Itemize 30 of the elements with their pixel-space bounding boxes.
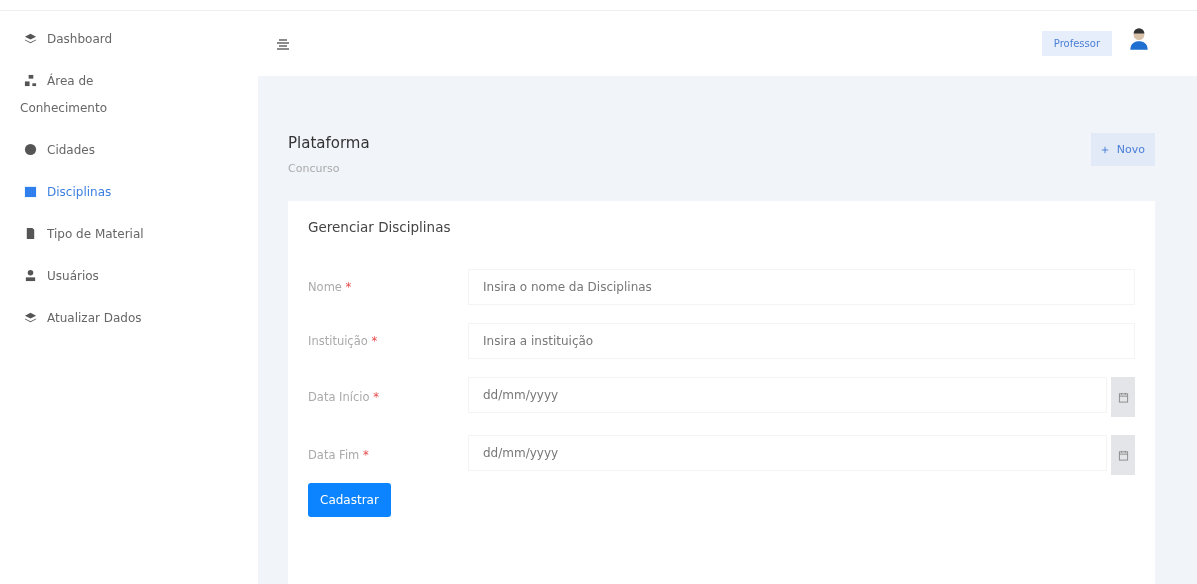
- role-badge: Professor: [1041, 31, 1112, 56]
- sidebar-item[interactable]: Cidades: [20, 132, 160, 169]
- sidebar-item[interactable]: Disciplinas: [20, 174, 160, 211]
- input-field[interactable]: dd/mm/yyyy: [468, 377, 1107, 413]
- sidebar-item[interactable]: Dashboard: [20, 21, 160, 58]
- new-button[interactable]: Novo: [1090, 133, 1155, 166]
- field-label: Instituição *: [308, 334, 379, 348]
- calendar-button[interactable]: [1111, 435, 1135, 475]
- field-label: Data Início *: [308, 390, 380, 404]
- layers-icon: [24, 311, 37, 324]
- breadcrumb: Concurso: [288, 162, 341, 175]
- field-label: Data Fim *: [308, 448, 370, 462]
- input-field[interactable]: Insira a instituição: [468, 323, 1135, 359]
- field-label: Nome *: [308, 280, 353, 294]
- sitemap-icon: [24, 74, 37, 87]
- sidebar-item[interactable]: Tipo de Material: [20, 216, 160, 253]
- card-title: Gerenciar Disciplinas: [308, 219, 451, 235]
- submit-button[interactable]: Cadastrar: [308, 483, 391, 517]
- sidebar-item[interactable]: Área de Conhecimento: [20, 63, 160, 127]
- layers-icon: [24, 32, 37, 45]
- file-icon: [24, 227, 37, 240]
- plus-icon: [1100, 145, 1109, 154]
- sidebar-item[interactable]: Usuários: [20, 258, 160, 295]
- calendar-button[interactable]: [1111, 377, 1135, 417]
- page-title: Plataforma: [288, 134, 370, 152]
- menu-icon[interactable]: [276, 36, 290, 51]
- user-icon: [24, 269, 37, 282]
- input-field[interactable]: dd/mm/yyyy: [468, 435, 1107, 471]
- sidebar-item[interactable]: Atualizar Dados: [20, 300, 160, 337]
- input-field[interactable]: Insira o nome da Disciplinas: [468, 269, 1135, 305]
